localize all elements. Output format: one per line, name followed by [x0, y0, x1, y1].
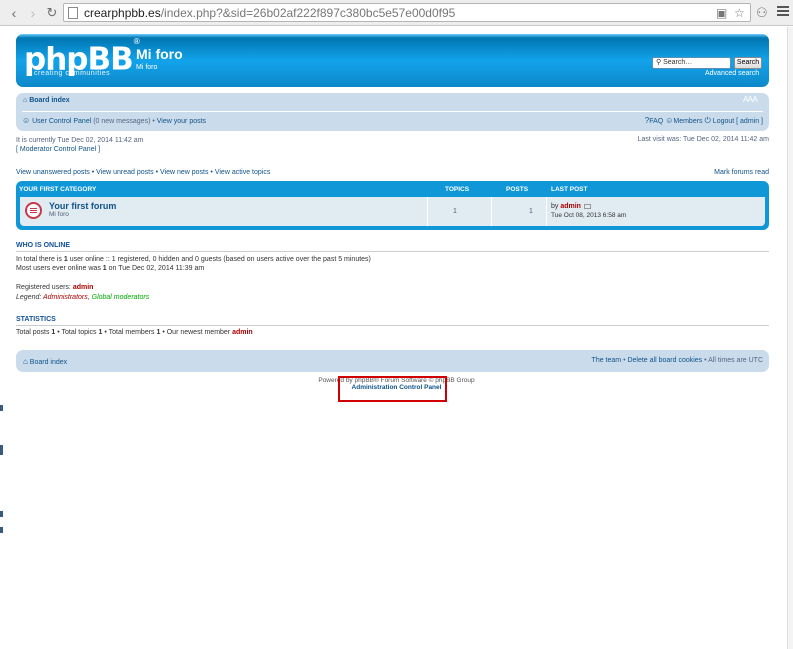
- ucp-link[interactable]: User Control Panel: [32, 118, 91, 125]
- topics-header: TOPICS: [445, 186, 470, 193]
- reload-icon[interactable]: ↻: [44, 5, 60, 21]
- registered-users: Registered users: admin: [16, 284, 94, 291]
- most-online: Most users ever online was 1 on Tue Dec …: [16, 265, 205, 272]
- header-links: ?FAQ ☺Members ⏻ Logout [ admin ]: [645, 116, 763, 126]
- members-link[interactable]: Members: [673, 118, 702, 125]
- delete-cookies-link[interactable]: Delete all board cookies: [627, 357, 702, 364]
- timezone-text: All times are UTC: [708, 357, 763, 364]
- last-post-date: Tue Oct 08, 2013 6:58 am: [551, 212, 627, 219]
- view-latest-post-icon[interactable]: [583, 203, 591, 209]
- address-bar[interactable]: crearphpbb.es/index.php?&sid=26b02af222f…: [63, 3, 751, 22]
- faq-link[interactable]: FAQ: [649, 118, 663, 125]
- legend-global-moderators[interactable]: Global moderators: [92, 294, 150, 301]
- url-text: crearphpbb.es/index.php?&sid=26b02af222f…: [84, 6, 456, 20]
- logo-tagline: creating communities: [34, 70, 111, 77]
- user-icon: ☺: [22, 116, 31, 125]
- footer-links: The team • Delete all board cookies • Al…: [591, 357, 763, 364]
- scrollbar[interactable]: [787, 27, 793, 649]
- last-visit: Last visit was: Tue Dec 02, 2014 11:42 a…: [637, 136, 769, 143]
- translate-icon[interactable]: ▣: [716, 6, 727, 20]
- forum-name-link[interactable]: Your first forum: [49, 201, 116, 211]
- home-icon: ⌂: [23, 97, 28, 104]
- forum-topics-count: 1: [453, 208, 457, 215]
- forward-icon[interactable]: ›: [25, 5, 41, 21]
- active-topics-link[interactable]: View active topics: [215, 169, 271, 176]
- extension-icon[interactable]: ⚇: [756, 5, 768, 21]
- last-post-header: LAST POST: [551, 186, 588, 193]
- statistics-heading: STATISTICS: [16, 316, 769, 326]
- who-is-online-heading[interactable]: WHO IS ONLINE: [16, 242, 769, 252]
- forum-category: YOUR FIRST CATEGORY TOPICS POSTS LAST PO…: [16, 181, 769, 230]
- star-icon[interactable]: ☆: [734, 6, 745, 20]
- legend-administrators[interactable]: Administrators: [43, 294, 88, 301]
- footer-navbar: ⌂ Board index The team • Delete all boar…: [16, 350, 769, 372]
- unanswered-link[interactable]: View unanswered posts: [16, 169, 90, 176]
- logout-icon: ⏻: [704, 116, 711, 125]
- forum-description: Mi foro: [49, 211, 69, 218]
- browser-toolbar: ‹ › ↻ crearphpbb.es/index.php?&sid=26b02…: [0, 0, 793, 26]
- forum-read-icon: [25, 202, 42, 219]
- page-icon: [68, 7, 78, 19]
- posts-header: POSTS: [506, 186, 529, 193]
- new-posts-link[interactable]: View new posts: [160, 169, 209, 176]
- last-post-author: by admin: [551, 203, 591, 210]
- team-link[interactable]: The team: [592, 357, 622, 364]
- search-button[interactable]: Search: [734, 57, 762, 69]
- category-title[interactable]: YOUR FIRST CATEGORY: [19, 186, 96, 193]
- statistics-line: Total posts 1 • Total topics 1 • Total m…: [16, 329, 253, 336]
- last-post-user-link[interactable]: admin: [560, 203, 581, 210]
- highlight-box: [338, 376, 447, 402]
- page-edge: [0, 405, 3, 535]
- back-icon[interactable]: ‹: [6, 5, 22, 21]
- unread-link[interactable]: View unread posts: [96, 169, 153, 176]
- site-title: Mi foro: [136, 46, 183, 62]
- mcp-link[interactable]: [ Moderator Control Panel ]: [16, 145, 144, 154]
- quick-links: View unanswered posts • View unread post…: [16, 169, 271, 176]
- newest-member-link[interactable]: admin: [232, 329, 253, 336]
- forum-row: Your first forum Mi foro 1 1 by admin Tu…: [20, 197, 765, 226]
- current-time: It is currently Tue Dec 02, 2014 11:42 a…: [16, 137, 144, 154]
- home-icon: ⌂: [23, 357, 28, 366]
- search-icon: ⚲: [656, 59, 662, 66]
- view-posts-link[interactable]: View your posts: [157, 118, 206, 125]
- registered-user-link[interactable]: admin: [73, 284, 94, 291]
- search-input[interactable]: ⚲ Search…: [652, 57, 731, 69]
- site-header: phpBB® creating communities Mi foro Mi f…: [16, 34, 769, 87]
- mark-forums-read-link[interactable]: Mark forums read: [714, 169, 769, 176]
- logout-link[interactable]: Logout [ admin ]: [713, 118, 763, 125]
- navbar: ⌂ Board index A A A ☺ User Control Panel…: [16, 93, 769, 131]
- forum-posts-count: 1: [529, 208, 533, 215]
- new-messages-link[interactable]: (0 new messages): [93, 118, 150, 125]
- legend: Legend: Administrators, Global moderator…: [16, 294, 150, 301]
- footer-breadcrumb[interactable]: ⌂ Board index: [23, 357, 67, 366]
- ucp-links: ☺ User Control Panel (0 new messages) • …: [22, 116, 207, 125]
- menu-icon[interactable]: [777, 4, 789, 20]
- breadcrumb[interactable]: ⌂ Board index: [23, 97, 70, 104]
- site-description: Mi foro: [136, 64, 158, 71]
- online-total: In total there is 1 user online :: 1 reg…: [16, 256, 371, 263]
- advanced-search-link[interactable]: Advanced search: [705, 70, 759, 77]
- font-size-control[interactable]: A A A: [743, 95, 758, 104]
